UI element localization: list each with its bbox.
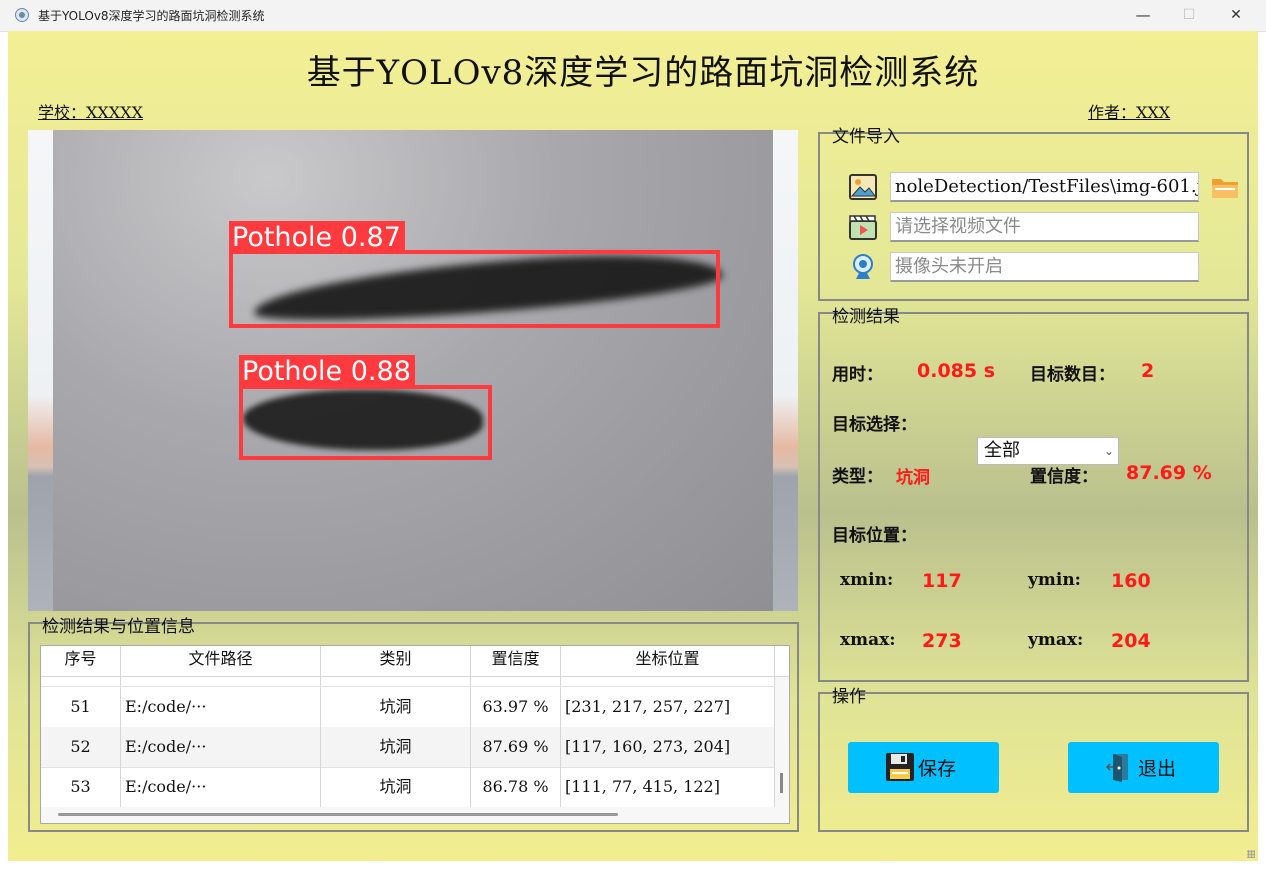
confidence-value: 87.69 % xyxy=(1126,462,1212,484)
row-class: 坑洞 xyxy=(321,687,471,727)
operations-group: 操作 保存 退出 xyxy=(818,687,1249,832)
target-select-label: 目标选择： xyxy=(832,415,917,435)
save-button[interactable]: 保存 xyxy=(848,742,999,793)
row-coordinates: [231, 217, 257, 227] xyxy=(561,687,775,727)
ymin-value: 160 xyxy=(1111,570,1151,592)
author-label: 作者：XXX xyxy=(1088,103,1171,122)
vertical-scrollbar[interactable] xyxy=(775,676,789,808)
type-label: 类型： xyxy=(832,467,883,487)
ymin-label: ymin: xyxy=(1028,570,1081,590)
folder-icon[interactable] xyxy=(1210,172,1240,202)
detection-image-panel: Pothole 0.87 Pothole 0.88 xyxy=(28,130,798,611)
xmin-value: 117 xyxy=(922,570,962,592)
chevron-down-icon: ⌄ xyxy=(1103,444,1114,458)
row-class: 坑洞 xyxy=(321,767,471,807)
row-coordinates: [117, 160, 273, 204] xyxy=(561,727,775,767)
ymax-value: 204 xyxy=(1111,630,1151,652)
image-path-field[interactable]: noleDetection/TestFiles\img-601.jpg xyxy=(890,172,1199,202)
row-index: 51 xyxy=(41,687,121,727)
window-titlebar: 基于YOLOv8深度学习的路面坑洞检测系统 — ☐ ✕ xyxy=(0,0,1266,32)
group-title: 检测结果 xyxy=(832,307,900,327)
row-file-path: E:/code/··· xyxy=(121,767,321,807)
minimize-button[interactable]: — xyxy=(1120,0,1166,31)
row-coordinates: [111, 77, 415, 122] xyxy=(561,767,775,807)
horizontal-scrollbar[interactable] xyxy=(41,807,789,823)
confidence-label: 置信度： xyxy=(1030,467,1098,487)
page-title: 基于YOLOv8深度学习的路面坑洞检测系统 xyxy=(306,53,980,93)
row-confidence: 63.97 % xyxy=(471,687,561,727)
column-header[interactable]: 序号 xyxy=(41,646,121,676)
window-title: 基于YOLOv8深度学习的路面坑洞检测系统 xyxy=(38,9,265,23)
exit-door-icon xyxy=(1105,754,1128,782)
maximize-button[interactable]: ☐ xyxy=(1166,0,1212,31)
count-label: 目标数目： xyxy=(1030,365,1115,385)
row-file-path: E:/code/··· xyxy=(121,687,321,727)
exit-button-label: 退出 xyxy=(1138,758,1177,780)
table-header: 序号 文件路径 类别 置信度 坐标位置 xyxy=(41,646,789,677)
count-value: 2 xyxy=(1141,360,1155,382)
column-header[interactable]: 类别 xyxy=(321,646,471,676)
row-file-path: E:/code/··· xyxy=(121,727,321,767)
file-import-group: 文件导入 noleDetection/TestFiles\img-601.jpg… xyxy=(818,127,1249,301)
group-title: 文件导入 xyxy=(832,127,900,147)
result-table[interactable]: 序号 文件路径 类别 置信度 坐标位置 51 E:/code/··· 坑洞 63… xyxy=(40,645,790,824)
close-button[interactable]: ✕ xyxy=(1213,0,1259,31)
target-select[interactable]: 全部 ⌄ xyxy=(977,437,1119,465)
row-confidence: 86.78 % xyxy=(471,767,561,807)
save-button-label: 保存 xyxy=(918,758,957,780)
image-background-left xyxy=(28,130,53,611)
row-confidence: 87.69 % xyxy=(471,727,561,767)
camera-status-field[interactable]: 摄像头未开启 xyxy=(890,252,1199,282)
xmax-value: 273 xyxy=(922,630,962,652)
column-header[interactable]: 文件路径 xyxy=(121,646,321,676)
target-select-value: 全部 xyxy=(984,440,1020,461)
image-background-right xyxy=(773,130,798,611)
resize-grip[interactable] xyxy=(1247,850,1255,858)
time-value: 0.085 s xyxy=(917,360,996,382)
row-index: 52 xyxy=(41,727,121,767)
row-class: 坑洞 xyxy=(321,727,471,767)
position-label: 目标位置： xyxy=(832,526,917,546)
school-label: 学校：XXXXX xyxy=(38,103,143,122)
row-index: 53 xyxy=(41,767,121,807)
save-icon xyxy=(886,753,914,781)
column-header[interactable]: 坐标位置 xyxy=(561,646,775,676)
group-title: 操作 xyxy=(832,687,866,707)
column-header[interactable]: 置信度 xyxy=(471,646,561,676)
xmin-label: xmin: xyxy=(840,570,894,590)
exit-button[interactable]: 退出 xyxy=(1068,742,1219,793)
time-label: 用时： xyxy=(832,365,883,385)
main-window: 基于YOLOv8深度学习的路面坑洞检测系统 学校：XXXXX 作者：XXX Po… xyxy=(8,31,1258,861)
bounding-box xyxy=(229,250,720,328)
bounding-box xyxy=(239,385,492,460)
camera-icon[interactable] xyxy=(848,252,878,282)
table-row[interactable]: 53 E:/code/··· 坑洞 86.78 % [111, 77, 415,… xyxy=(41,767,775,808)
image-icon[interactable] xyxy=(848,172,878,202)
ymax-label: ymax: xyxy=(1028,630,1084,650)
road-photo: Pothole 0.87 Pothole 0.88 xyxy=(53,130,773,611)
result-table-group: 检测结果与位置信息 序号 文件路径 类别 置信度 坐标位置 51 E:/code… xyxy=(28,617,799,832)
type-value: 坑洞 xyxy=(896,468,930,488)
table-row[interactable]: 52 E:/code/··· 坑洞 87.69 % [117, 160, 273… xyxy=(41,727,775,768)
app-icon xyxy=(15,8,29,22)
video-path-field[interactable]: 请选择视频文件 xyxy=(890,212,1199,242)
video-icon[interactable] xyxy=(848,212,878,242)
group-title: 检测结果与位置信息 xyxy=(42,617,195,637)
scrollbar-thumb[interactable] xyxy=(780,773,783,793)
detection-result-group: 检测结果 用时： 0.085 s 目标数目： 2 目标选择： 全部 ⌄ 类型： … xyxy=(818,307,1249,682)
scrollbar-thumb[interactable] xyxy=(58,813,618,816)
bbox-label: Pothole 0.88 xyxy=(239,355,415,388)
bbox-label: Pothole 0.87 xyxy=(229,221,405,254)
xmax-label: xmax: xyxy=(840,630,896,650)
table-row[interactable]: 51 E:/code/··· 坑洞 63.97 % [231, 217, 257… xyxy=(41,687,775,728)
